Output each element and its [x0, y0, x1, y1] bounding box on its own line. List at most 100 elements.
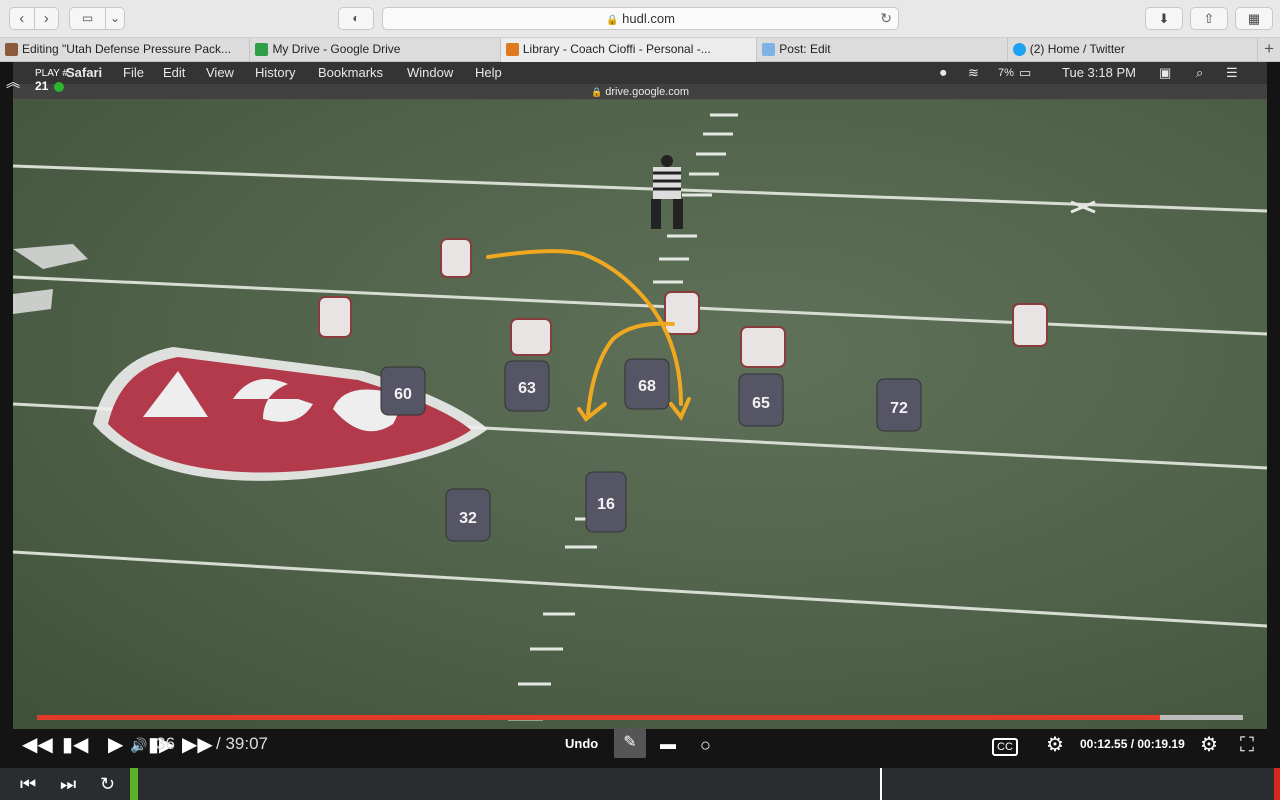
menu-help: Help [475, 65, 502, 80]
tab-twitter[interactable]: (2) Home / Twitter [1008, 38, 1259, 62]
football-field-scene: 60 63 68 65 72 32 16 [12, 113, 1268, 721]
duration: / 39:07 [216, 734, 268, 753]
wifi-icon: ≋ [968, 65, 979, 80]
sidebar-button[interactable]: ▭ ⌄ [69, 7, 125, 30]
new-tab-button[interactable]: + [1258, 38, 1280, 61]
jersey-number: 65 [752, 395, 770, 412]
inner-url: drive.google.com [605, 86, 690, 98]
tab-favicon [5, 43, 18, 56]
jersey-number: 32 [459, 510, 477, 527]
back-icon[interactable]: ‹ [10, 8, 35, 29]
status-dot [54, 81, 65, 92]
offense-players: 60 63 68 65 72 32 16 [380, 358, 922, 542]
tab-bar: Editing "Utah Defense Pressure Pack... M… [0, 38, 1280, 62]
timeline-playhead[interactable] [880, 768, 882, 800]
play-number: 21 [35, 79, 68, 93]
menu-safari: Safari [66, 65, 103, 80]
menu-history: History [255, 65, 296, 80]
closed-captions-button[interactable]: CC [992, 738, 1018, 756]
rewind-icon[interactable]: ◀◀ [22, 732, 53, 758]
download-icon[interactable]: ⬇ [1145, 7, 1183, 30]
reload-icon[interactable]: ↻ [880, 8, 892, 29]
yard-line [12, 550, 1268, 628]
progress-fill [37, 715, 1160, 720]
lock-icon: 🔒 [590, 87, 603, 97]
post-icon [762, 43, 776, 56]
clip-end-marker[interactable] [1274, 768, 1280, 800]
fast-forward-icon[interactable]: ▶▶ [182, 732, 213, 758]
shield-icon[interactable]: ◐ [338, 7, 374, 30]
share-icon[interactable]: ⇧ [1190, 7, 1228, 30]
clip-timeline-bar: ⏮ ⏭ ↻ [0, 768, 1280, 800]
tab-my-drive[interactable]: My Drive - Google Drive [250, 38, 501, 62]
tab-post-edit[interactable]: Post: Edit [757, 38, 1008, 62]
menu-edit: Edit [163, 65, 186, 80]
player-controls: ◀◀ ▮◀ ▶ 🔊 ▮▶ 36 ▶▶ / 39:07 Undo ✎ ▬ ○ CC… [0, 728, 1280, 764]
twitter-icon [1012, 43, 1026, 56]
previous-clip-icon[interactable]: ⏮ [20, 772, 36, 796]
referee [651, 155, 683, 229]
arrowhead [577, 402, 607, 422]
jersey-number: 72 [890, 400, 908, 417]
screen-icon: ▣ [1159, 65, 1172, 80]
player-60: 60 [380, 366, 426, 416]
lock-icon: 🔒 [606, 15, 619, 26]
circle-tool-icon[interactable]: ○ [700, 732, 711, 758]
elapsed-partial: 36 [156, 734, 175, 753]
menu-file: File [123, 65, 144, 80]
jersey-number: 60 [394, 386, 412, 403]
tab-library[interactable]: Library - Coach Cioffi - Personal -... [500, 38, 758, 62]
play-number-value: 21 [35, 79, 49, 93]
menu-window: Window [407, 65, 454, 80]
menu-view: View [206, 65, 234, 80]
comment-icon[interactable]: ▬ [660, 732, 676, 758]
fullscreen-icon[interactable]: ⛶ [1240, 732, 1254, 758]
player-72: 72 [876, 378, 922, 432]
record-icon: ⏺ [940, 65, 947, 80]
play-icon[interactable]: ▶ [108, 732, 123, 758]
play-label: PLAY # [35, 68, 68, 79]
player-16: 16 [585, 471, 627, 533]
next-clip-icon[interactable]: ⏭ [60, 772, 76, 796]
hudl-icon [505, 43, 519, 56]
tab-editing[interactable]: Editing "Utah Defense Pressure Pack... [0, 38, 251, 62]
list-icon: ☰ [1226, 65, 1238, 80]
player-63: 63 [504, 360, 550, 412]
conference-logo [93, 347, 488, 481]
mac-menu-bar: Safari File Edit View History Bookmarks … [13, 62, 1267, 84]
video-player[interactable]: 60 63 68 65 72 32 16 Safari File Edit Vi… [0, 62, 1280, 768]
forward-icon[interactable]: › [35, 8, 59, 29]
undo-button[interactable]: Undo [565, 736, 598, 751]
gear-icon[interactable]: ⚙ [1200, 732, 1218, 758]
jersey-number: 63 [518, 380, 536, 397]
collapse-icon[interactable]: ︽ [6, 72, 20, 92]
settings-icon[interactable]: ⚙ [1046, 732, 1064, 758]
clip-start-marker[interactable] [130, 768, 138, 800]
player-32: 32 [445, 488, 491, 542]
nav-buttons: ‹ › [9, 7, 59, 30]
battery-icon: ▭ [1019, 65, 1032, 80]
hash-marks [508, 113, 738, 721]
browser-toolbar: ‹ › ▭ ⌄ ◐ 🔒 hudl.com ↻ ⬇ ⇧ ▦ [0, 0, 1280, 38]
jersey-number: 68 [638, 378, 656, 395]
pen-tool-icon[interactable]: ✎ [614, 728, 646, 758]
url-text: hudl.com [622, 11, 675, 26]
clock: Tue 3:18 PM [1062, 65, 1136, 80]
drive-icon [255, 43, 269, 56]
sidebar-icon: ▭ [70, 8, 106, 29]
address-bar[interactable]: 🔒 hudl.com ↻ [382, 7, 899, 30]
player-65: 65 [738, 373, 784, 427]
chevron-down-icon: ⌄ [109, 11, 121, 25]
play-badge: PLAY # 21 [35, 68, 68, 93]
volume-icon[interactable]: 🔊 [130, 732, 147, 758]
video-progress-bar[interactable] [37, 715, 1243, 720]
elapsed-time: 36 [156, 734, 175, 754]
search-icon: ⌕ [1196, 65, 1204, 80]
tab-overview-icon[interactable]: ▦ [1235, 7, 1273, 30]
inner-address-bar: 🔒 drive.google.com [13, 84, 1267, 100]
repeat-icon[interactable]: ↻ [100, 772, 115, 796]
skip-back-icon[interactable]: ▮◀ [62, 732, 88, 758]
jersey-number: 16 [597, 496, 615, 513]
menu-bookmarks: Bookmarks [318, 65, 384, 80]
video-frame: 60 63 68 65 72 32 16 [12, 99, 1268, 729]
